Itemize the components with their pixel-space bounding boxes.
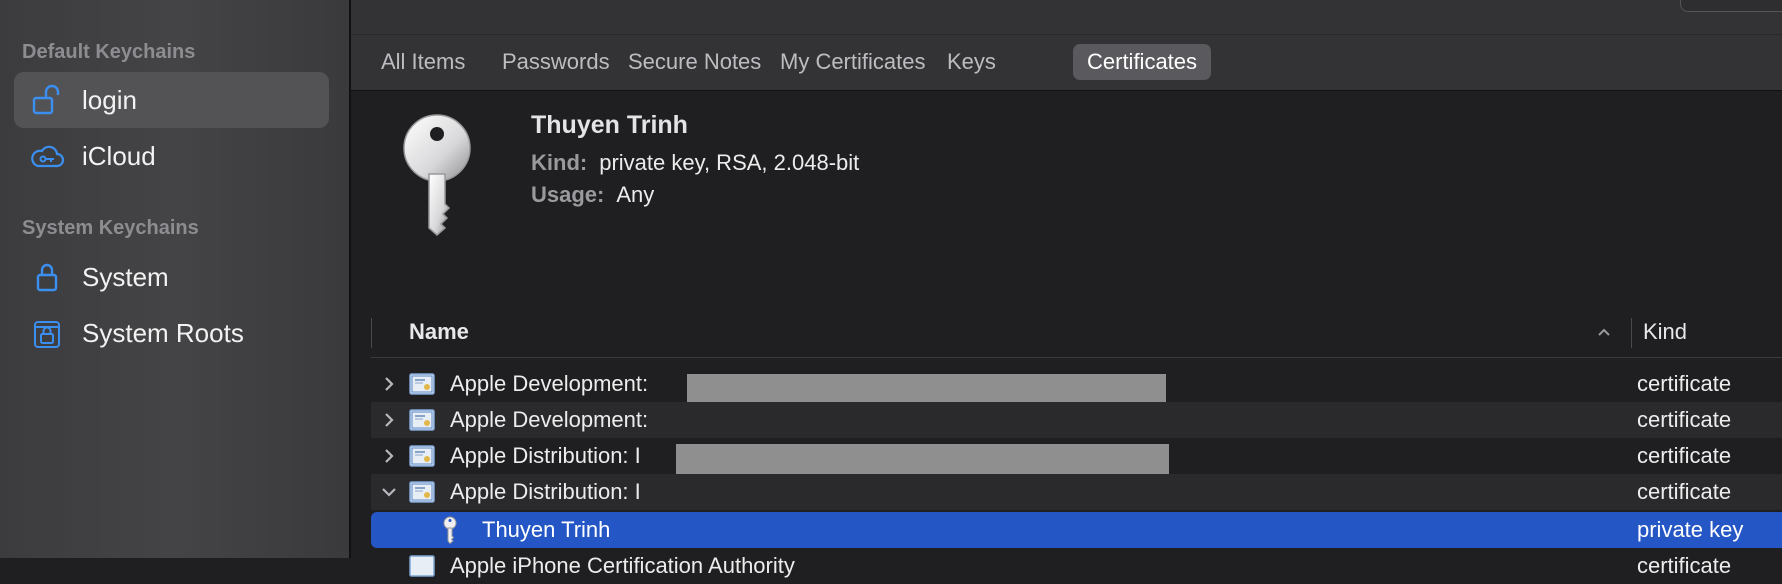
row-kind: private key — [1637, 517, 1744, 542]
column-header-name[interactable]: Name — [409, 319, 469, 345]
row-kind: certificate — [1637, 407, 1732, 432]
sidebar-item-system[interactable]: System — [14, 249, 329, 305]
row-kind: certificate — [1637, 553, 1732, 578]
tab-passwords[interactable]: Passwords — [488, 44, 624, 80]
row-kind: certificate — [1637, 443, 1732, 468]
table-row[interactable]: Apple iPhone Certification Authority cer… — [371, 548, 1782, 584]
default-keychains-header: Default Keychains — [22, 41, 196, 63]
detail-title: Thuyen Trinh — [531, 111, 688, 139]
sidebar-item-label: System — [82, 261, 169, 292]
row-name: Apple Distribution: I — [450, 479, 641, 504]
main-pane: All Items Passwords Secure Notes My Cert… — [351, 0, 1782, 578]
certificate-icon — [409, 481, 435, 503]
tab-certificates[interactable]: Certificates — [1073, 44, 1212, 80]
sidebar-item-login[interactable]: login — [14, 72, 329, 128]
stacked-padlock-icon — [29, 315, 65, 351]
system-keychains-header: System Keychains — [22, 217, 199, 239]
key-icon — [443, 516, 457, 544]
column-divider[interactable] — [1631, 318, 1632, 348]
window-toolbar — [351, 0, 1782, 35]
sidebar-item-label: System Roots — [82, 317, 244, 348]
chevron-right-icon[interactable] — [379, 446, 399, 466]
list-header: Name Kind — [371, 309, 1782, 358]
table-row-selected[interactable]: Thuyen Trinh private key — [371, 512, 1782, 548]
row-kind: certificate — [1637, 479, 1732, 504]
column-header-kind[interactable]: Kind — [1643, 319, 1687, 345]
sidebar-item-label: iCloud — [82, 140, 156, 171]
chevron-down-icon[interactable] — [379, 482, 399, 502]
sidebar: Default Keychains login iCloud System Ke… — [0, 0, 349, 558]
tab-my-certificates[interactable]: My Certificates — [766, 44, 939, 80]
detail-kind-row: Kind: private key, RSA, 2.048-bit — [531, 150, 859, 176]
row-name: Apple Distribution: I — [450, 443, 641, 468]
row-name: Thuyen Trinh — [482, 517, 611, 542]
table-row[interactable]: Apple Development: certificate — [371, 402, 1782, 438]
row-name: Apple Development: — [450, 407, 649, 432]
sort-ascending-icon[interactable] — [1596, 324, 1612, 340]
unlocked-padlock-icon — [29, 82, 65, 118]
search-field[interactable] — [1680, 0, 1782, 12]
certificate-icon — [409, 445, 435, 467]
chevron-right-icon[interactable] — [379, 410, 399, 430]
sidebar-item-icloud[interactable]: iCloud — [14, 128, 329, 184]
column-divider — [371, 318, 372, 348]
icloud-key-icon — [29, 138, 65, 174]
row-name: Apple iPhone Certification Authority — [450, 553, 795, 578]
padlock-icon — [29, 259, 65, 295]
chevron-right-icon[interactable] — [379, 374, 399, 394]
table-row[interactable]: Apple Distribution: I certificate — [371, 438, 1782, 505]
certificate-icon — [409, 373, 435, 395]
sidebar-item-system-roots[interactable]: System Roots — [14, 305, 329, 361]
category-tabbar: All Items Passwords Secure Notes My Cert… — [351, 35, 1782, 91]
certificate-icon — [409, 409, 435, 431]
usage-value: Any — [616, 182, 655, 207]
tab-all-items[interactable]: All Items — [367, 44, 479, 80]
table-row[interactable]: Apple Distribution: I certificate — [371, 474, 1782, 510]
usage-label: Usage: — [531, 182, 605, 207]
kind-label: Kind: — [531, 150, 588, 175]
item-detail-panel: Thuyen Trinh Kind: private key, RSA, 2.04… — [351, 91, 1782, 309]
tab-keys[interactable]: Keys — [933, 44, 1010, 80]
tab-secure-notes[interactable]: Secure Notes — [614, 44, 775, 80]
row-name: Apple Development: — [450, 371, 649, 396]
table-row[interactable]: Apple Development: certificate — [371, 366, 1782, 434]
sidebar-item-label: login — [82, 84, 137, 115]
key-icon — [403, 114, 471, 236]
kind-value: private key, RSA, 2.048-bit — [599, 150, 860, 175]
row-kind: certificate — [1637, 371, 1732, 396]
detail-usage-row: Usage: Any — [531, 182, 654, 208]
